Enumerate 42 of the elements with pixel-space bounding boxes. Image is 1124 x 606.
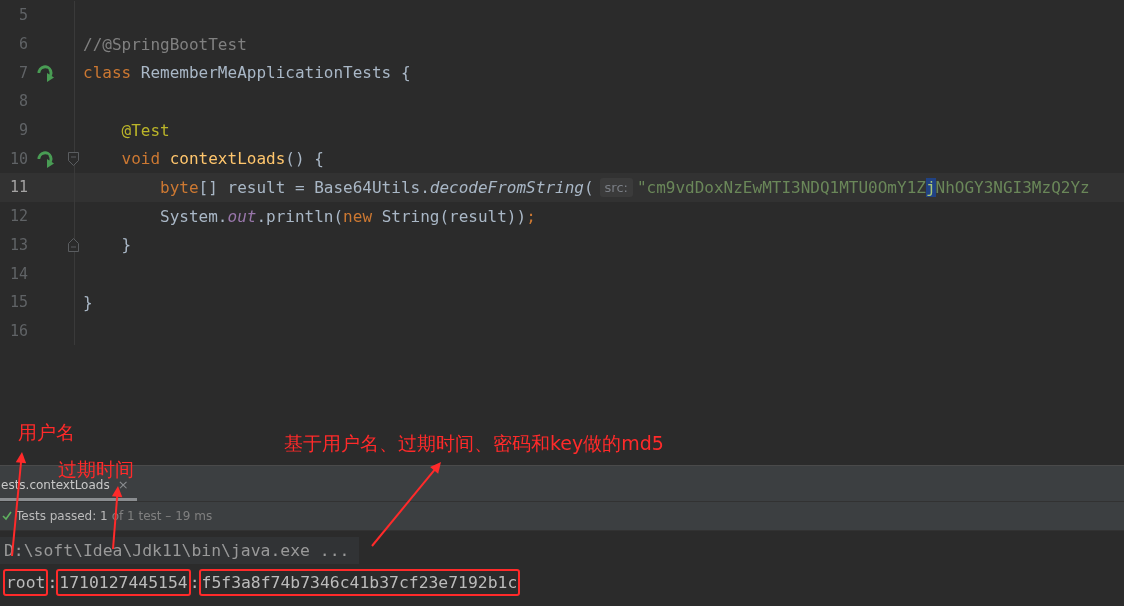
code-token: //@SpringBootTest — [83, 34, 247, 54]
annotation-label: 用户名 — [18, 420, 75, 445]
code-token: ( — [583, 177, 594, 197]
line-number: 14 — [8, 264, 28, 283]
annotation-label: 基于用户名、过期时间、密码和key做的md5 — [284, 431, 664, 456]
parameter-hint: src: — [599, 177, 633, 197]
code-token: "cm9vdDoxNzEwMTI3NDQ1MTU0OmY1Z — [636, 177, 926, 197]
code-token: () { — [285, 149, 324, 169]
code-token: [] result = Base64Utils. — [198, 177, 430, 197]
code-token: } — [120, 235, 132, 255]
code-token: RememberMeApplicationTests { — [140, 63, 411, 83]
code-token: NhOGY3NGI3MzQ2Yz — [935, 177, 1090, 197]
console-output: 1710127445154 — [59, 572, 188, 592]
code-token: class — [83, 63, 133, 83]
line-number: 13 — [8, 235, 28, 254]
code-token: new — [343, 206, 373, 226]
line-number: 11 — [8, 178, 28, 197]
code-token: System. — [159, 206, 228, 226]
code-token: @Test — [120, 120, 170, 140]
code-token: decodeFromString — [429, 177, 584, 197]
line-number: 9 — [17, 121, 28, 140]
code-token: String(result)) — [381, 206, 527, 226]
console-output: : — [47, 572, 58, 592]
line-number: 16 — [8, 321, 28, 340]
test-status: Tests passed: 1 — [16, 509, 108, 523]
console-output: root — [6, 572, 46, 592]
code-token: } — [83, 292, 93, 312]
line-number: 15 — [8, 293, 28, 312]
line-number: 7 — [17, 63, 28, 82]
line-number: 5 — [17, 6, 28, 25]
line-number: 10 — [8, 149, 28, 168]
line-number: 8 — [17, 92, 28, 111]
line-number: 12 — [8, 207, 28, 226]
line-number: 6 — [17, 35, 28, 54]
code-token: void — [120, 149, 162, 169]
console-output: : — [189, 572, 200, 592]
code-token: ; — [526, 206, 536, 226]
code-token: .println( — [256, 206, 344, 226]
code-token: contextLoads — [169, 149, 286, 169]
console-output: f5f3a8f74b7346c41b37cf23e7192b1c — [201, 572, 518, 592]
code-token: byte — [159, 177, 199, 197]
code-token: out — [227, 206, 257, 226]
